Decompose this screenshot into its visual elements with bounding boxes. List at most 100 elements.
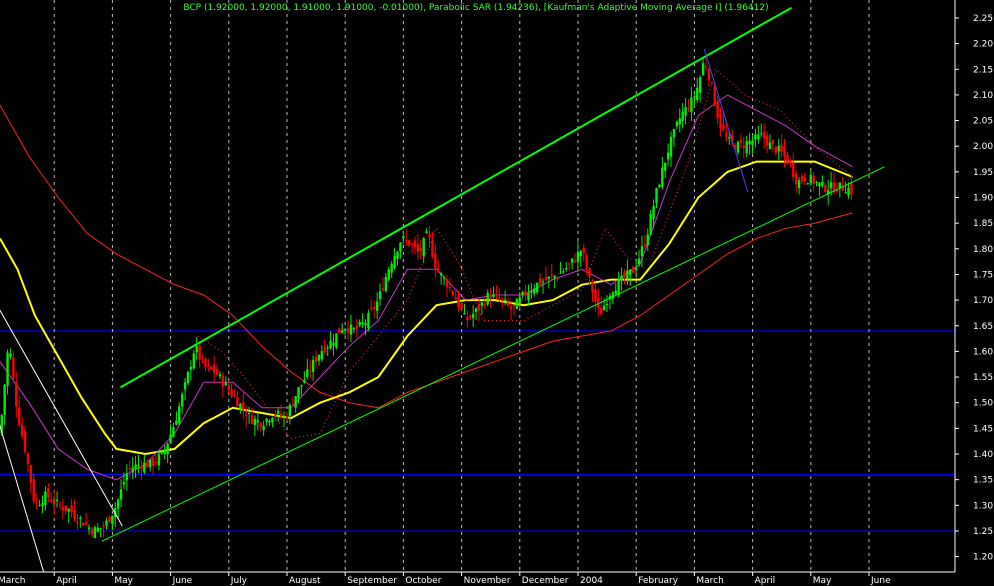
candle-body-270	[786, 154, 789, 164]
month-label-11: February	[638, 576, 679, 586]
y-tick-label-17: 2.05	[973, 117, 993, 127]
candle-body-31	[90, 528, 94, 535]
candle-body-90	[262, 426, 265, 431]
candle-body-172	[501, 298, 504, 300]
candle-body-218	[634, 268, 638, 271]
candle-body-57	[166, 443, 169, 455]
candle-body-136	[396, 251, 399, 260]
candle-body-85	[247, 412, 251, 414]
candle-body-4	[12, 357, 15, 378]
candle-body-137	[399, 242, 402, 252]
candle-body-125	[364, 322, 367, 326]
candle-body-203	[591, 281, 594, 293]
candle-body-274	[797, 180, 801, 189]
candle-body-184	[535, 282, 539, 293]
y-tick-label-8: 1.60	[973, 347, 993, 357]
candle-body-149	[434, 253, 437, 269]
candle-body-238	[693, 96, 696, 98]
candle-body-235	[684, 106, 687, 116]
candle-body-74	[215, 368, 219, 375]
candle-body-1	[3, 384, 6, 416]
candle-body-224	[652, 206, 655, 220]
candle-body-17	[50, 499, 53, 502]
candle-body-165	[480, 302, 484, 306]
candle-body-46	[134, 464, 137, 470]
candle-body-11	[32, 478, 35, 502]
y-tick-label-16: 2.00	[973, 142, 993, 152]
candle-body-131	[381, 288, 385, 291]
candle-body-28	[82, 522, 85, 526]
candle-body-178	[518, 297, 521, 305]
candle-body-67	[195, 346, 198, 353]
candle-body-208	[605, 303, 609, 305]
candle-body-245	[713, 86, 716, 106]
candle-body-106	[309, 370, 312, 372]
candle-body-237	[690, 97, 693, 113]
y-tick-label-2: 1.30	[973, 501, 993, 511]
candle-body-20	[58, 504, 62, 506]
month-label-12: March	[696, 576, 723, 586]
candle-body-175	[509, 306, 513, 310]
candle-body-84	[244, 414, 248, 417]
candle-body-159	[463, 313, 466, 315]
candle-body-157	[457, 294, 460, 308]
candle-body-86	[250, 414, 254, 424]
candle-body-24	[70, 505, 73, 513]
candle-body-247	[719, 113, 722, 128]
candle-body-13	[38, 504, 41, 506]
candle-body-212	[617, 279, 620, 296]
y-tick-label-0: 1.20	[973, 553, 993, 563]
y-tick-label-19: 2.15	[973, 65, 993, 75]
candle-body-141	[410, 243, 414, 245]
candle-body-120	[349, 324, 353, 335]
candle-body-130	[378, 291, 382, 299]
candle-body-7	[20, 424, 24, 436]
candle-body-144	[419, 247, 422, 251]
candle-body-98	[285, 416, 289, 419]
candle-body-69	[201, 358, 204, 360]
candle-body-239	[696, 87, 699, 101]
month-label-1: April	[56, 576, 77, 586]
month-label-9: December	[522, 576, 569, 586]
candle-body-25	[73, 509, 76, 519]
candle-body-217	[632, 266, 635, 273]
candle-body-22	[64, 505, 67, 512]
candle-body-91	[265, 418, 268, 422]
candle-body-282	[821, 181, 824, 187]
month-label-15: June	[870, 576, 891, 586]
y-tick-label-9: 1.65	[973, 322, 993, 332]
candle-body-227	[661, 167, 664, 188]
candle-body-243	[707, 69, 711, 81]
candle-body-263	[765, 135, 769, 146]
candle-body-143	[416, 244, 420, 252]
candle-body-188	[547, 276, 551, 279]
candle-body-182	[530, 290, 533, 293]
candle-body-3	[9, 353, 12, 357]
candle-body-194	[565, 268, 568, 270]
candle-body-113	[329, 340, 332, 349]
candle-body-41	[119, 489, 123, 500]
y-tick-label-12: 1.80	[973, 245, 993, 255]
candle-body-119	[346, 328, 350, 333]
candle-body-15	[44, 491, 47, 506]
candle-body-52	[151, 457, 155, 466]
candle-body-87	[253, 418, 257, 426]
candle-body-166	[483, 303, 487, 306]
candle-body-94	[274, 414, 277, 416]
candle-body-161	[469, 315, 472, 318]
y-tick-label-4: 1.40	[973, 450, 993, 460]
candle-body-40	[116, 499, 120, 509]
y-tick-label-11: 1.75	[973, 270, 993, 280]
candle-body-240	[698, 77, 702, 93]
candle-body-154	[448, 286, 452, 288]
candle-body-257	[748, 140, 751, 145]
candle-body-269	[783, 147, 786, 157]
candle-body-77	[224, 382, 228, 386]
candle-body-10	[29, 465, 33, 483]
candle-body-195	[567, 263, 571, 265]
y-tick-label-18: 2.10	[973, 91, 993, 101]
candle-body-16	[47, 487, 50, 498]
candle-body-204	[594, 289, 597, 302]
candle-body-6	[18, 407, 21, 426]
candle-body-129	[375, 301, 379, 311]
